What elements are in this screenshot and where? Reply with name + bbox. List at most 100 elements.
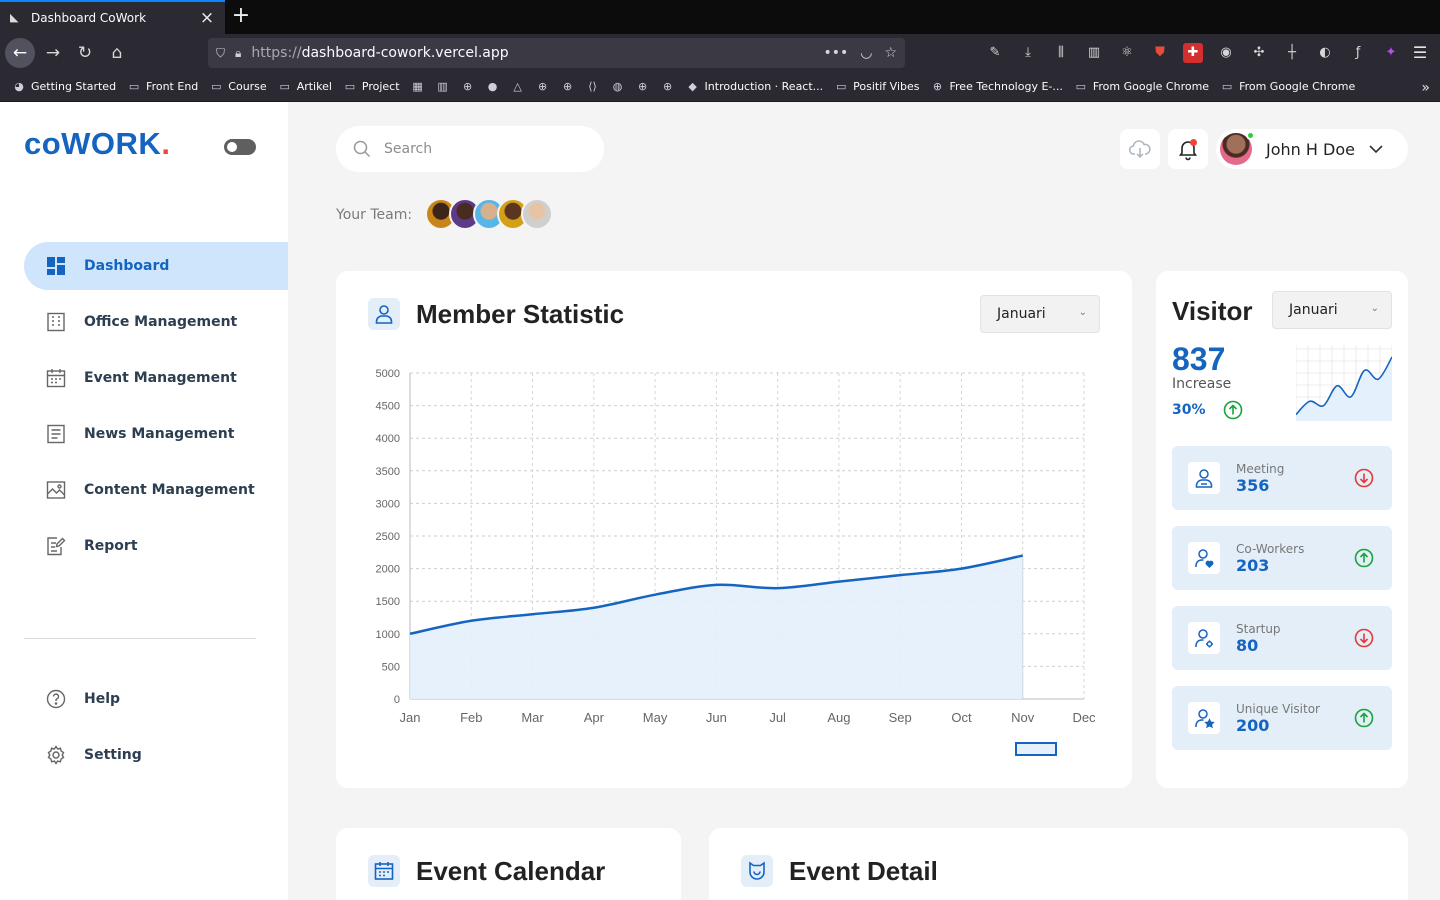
bookmark-item[interactable]: ⊕ [661, 80, 675, 94]
search-input[interactable] [384, 141, 564, 157]
stat-label: Co-Workers [1236, 542, 1305, 556]
bookmark-item[interactable]: ⊕ [636, 80, 650, 94]
bookmark-label: Getting Started [31, 80, 117, 93]
extension-cross-icon[interactable]: ✚ [1183, 43, 1203, 63]
forward-button[interactable]: → [38, 38, 68, 68]
sidebar-item-content-management[interactable]: Content Management [24, 466, 288, 514]
sidebar-item-dashboard[interactable]: Dashboard [24, 242, 288, 290]
account-icon[interactable]: ◉ [1216, 43, 1236, 63]
visitor-count: 837 [1172, 341, 1226, 377]
bookmark-item[interactable]: ⊕ [461, 80, 475, 94]
browser-tab[interactable]: ◣ Dashboard CoWork × [0, 0, 225, 34]
sidebar-item-office-management[interactable]: Office Management [24, 298, 288, 346]
bookmark-star-icon[interactable]: ☆ [884, 45, 897, 61]
bookmark-item[interactable]: ▭ Course [209, 79, 267, 94]
address-bar[interactable]: ⛉ 🔒︎ https:// dashboard-cowork.vercel.ap… [208, 38, 905, 68]
sidebar-item-help[interactable]: Help [24, 675, 288, 723]
search-box[interactable] [336, 126, 604, 172]
bookmark-item[interactable]: ▦ [411, 80, 425, 94]
home-button[interactable]: ⌂ [102, 38, 132, 68]
sidebar-item-setting[interactable]: Setting [24, 731, 288, 779]
chevron-down-icon [1369, 145, 1383, 154]
lock-icon[interactable]: 🔒︎ [235, 46, 241, 61]
bookmark-item[interactable]: ▭ Positif Vibes [834, 80, 920, 94]
sidebar-item-event-management[interactable]: Event Management [24, 354, 288, 402]
close-tab-icon[interactable]: × [199, 10, 215, 27]
cloud-download-button[interactable] [1120, 129, 1160, 169]
new-tab-button[interactable]: + [230, 5, 252, 28]
stat-unique-visitor[interactable]: Unique Visitor 200 [1172, 686, 1392, 750]
pocket-icon[interactable]: ◡ [860, 45, 872, 61]
team-avatar[interactable] [521, 198, 553, 230]
bookmark-item[interactable]: ⊕ Free Technology E-... [931, 80, 1063, 94]
page-actions-icon[interactable]: ••• [823, 45, 848, 61]
sidebar-item-report[interactable]: Report [24, 522, 288, 570]
search-icon [353, 140, 371, 158]
dark-mode-icon[interactable]: ◐ [1315, 43, 1335, 63]
toggle-knob [227, 142, 237, 152]
stat-value: 80 [1236, 636, 1259, 655]
download-icon[interactable]: ⤓ [1018, 43, 1038, 63]
bookmark-item[interactable]: ▭ Artikel [278, 80, 331, 94]
bookmarks-bar: ◕ Getting Started ▭ Front End ▭ Course ▭ Artike… [0, 72, 1440, 102]
bookmark-item[interactable]: ⊕ [536, 80, 550, 94]
bookmark-item[interactable]: ● [486, 80, 500, 94]
bookmark-item[interactable]: ◕ Getting Started [12, 80, 116, 94]
user-gear-icon [1188, 622, 1220, 654]
function-icon[interactable]: ƒ [1348, 43, 1368, 63]
firefox-icon: ◕ [14, 79, 24, 93]
theme-toggle[interactable] [224, 139, 256, 155]
sidebar-icon[interactable]: ▥ [1084, 43, 1104, 63]
y-tick-label: 2500 [376, 531, 400, 543]
bookmark-item[interactable]: ▭ Front End [127, 80, 198, 94]
bookmark-item[interactable]: ▥ [436, 80, 450, 94]
bookmark-item[interactable]: ⟨⟩ [586, 80, 600, 94]
cowork-logo[interactable]: coWORK. [24, 126, 170, 162]
bookmark-label: Course [228, 80, 267, 93]
sidebar-item-label: Help [84, 691, 121, 707]
react-devtools-icon[interactable]: ⚛ [1117, 43, 1137, 63]
bookmark-item[interactable]: ◍ [611, 80, 625, 94]
visitor-month-select[interactable]: Januari ⌄ [1272, 291, 1392, 329]
reload-button[interactable]: ↻ [70, 38, 100, 68]
color-picker-icon[interactable]: ✦ [1381, 43, 1401, 63]
bookmark-item[interactable]: ◆ Introduction · React... [686, 80, 824, 94]
bookmark-item[interactable]: △ [511, 80, 525, 94]
calendar-icon [368, 855, 400, 887]
folder-icon: ▭ [211, 79, 222, 93]
url-protocol: https:// [251, 45, 302, 61]
library-icon[interactable]: ⫼ [1051, 43, 1071, 63]
y-tick-label: 2000 [376, 564, 400, 576]
bookmark-label: Introduction · React... [704, 80, 824, 93]
extensions-puzzle-icon[interactable]: ✣ [1249, 43, 1269, 63]
bookmark-item[interactable]: ▭ From Google Chrome [1074, 80, 1209, 94]
calendar-icon [46, 368, 66, 388]
shield-icon[interactable]: ⛉ [216, 46, 225, 61]
arrow-up-circle-icon [1354, 548, 1374, 568]
dashboard-icon [46, 256, 66, 276]
sidebar-item-news-management[interactable]: News Management [24, 410, 288, 458]
stat-startup[interactable]: Startup 80 [1172, 606, 1392, 670]
bookmarks-overflow-icon[interactable]: » [1421, 80, 1430, 96]
bookmark-item[interactable]: ▭ From Google Chrome [1220, 80, 1355, 94]
drive-icon: △ [513, 79, 522, 93]
y-tick-label: 500 [382, 661, 400, 673]
back-button[interactable]: ← [5, 38, 35, 68]
notification-button[interactable] [1168, 129, 1208, 169]
bookmark-label: From Google Chrome [1239, 80, 1356, 93]
member-chart-svg: 0 500 1000 1500 2000 2500 3000 3500 4000 4500 5000… [376, 368, 1096, 756]
hamburger-menu-icon[interactable]: ☰ [1410, 43, 1430, 63]
bookmark-item[interactable]: ⊕ [561, 80, 575, 94]
wrench-icon[interactable]: ✎ [985, 43, 1005, 63]
chevron-down-icon: ⌄ [1078, 307, 1087, 318]
ublock-icon[interactable]: ⛊ [1150, 43, 1170, 63]
folder-icon: ▭ [1221, 79, 1233, 93]
member-month-select[interactable]: Januari ⌄ [980, 295, 1100, 333]
stat-co-workers[interactable]: Co-Workers 203 [1172, 526, 1392, 590]
user-profile-menu[interactable]: John H Doe [1216, 129, 1408, 169]
ruler-icon[interactable]: ┼ [1282, 43, 1302, 63]
stat-meeting[interactable]: Meeting 356 [1172, 446, 1392, 510]
x-tick-label: Feb [460, 710, 482, 725]
bookmark-item[interactable]: ▭ Project [343, 80, 400, 94]
team-avatars [425, 198, 553, 230]
